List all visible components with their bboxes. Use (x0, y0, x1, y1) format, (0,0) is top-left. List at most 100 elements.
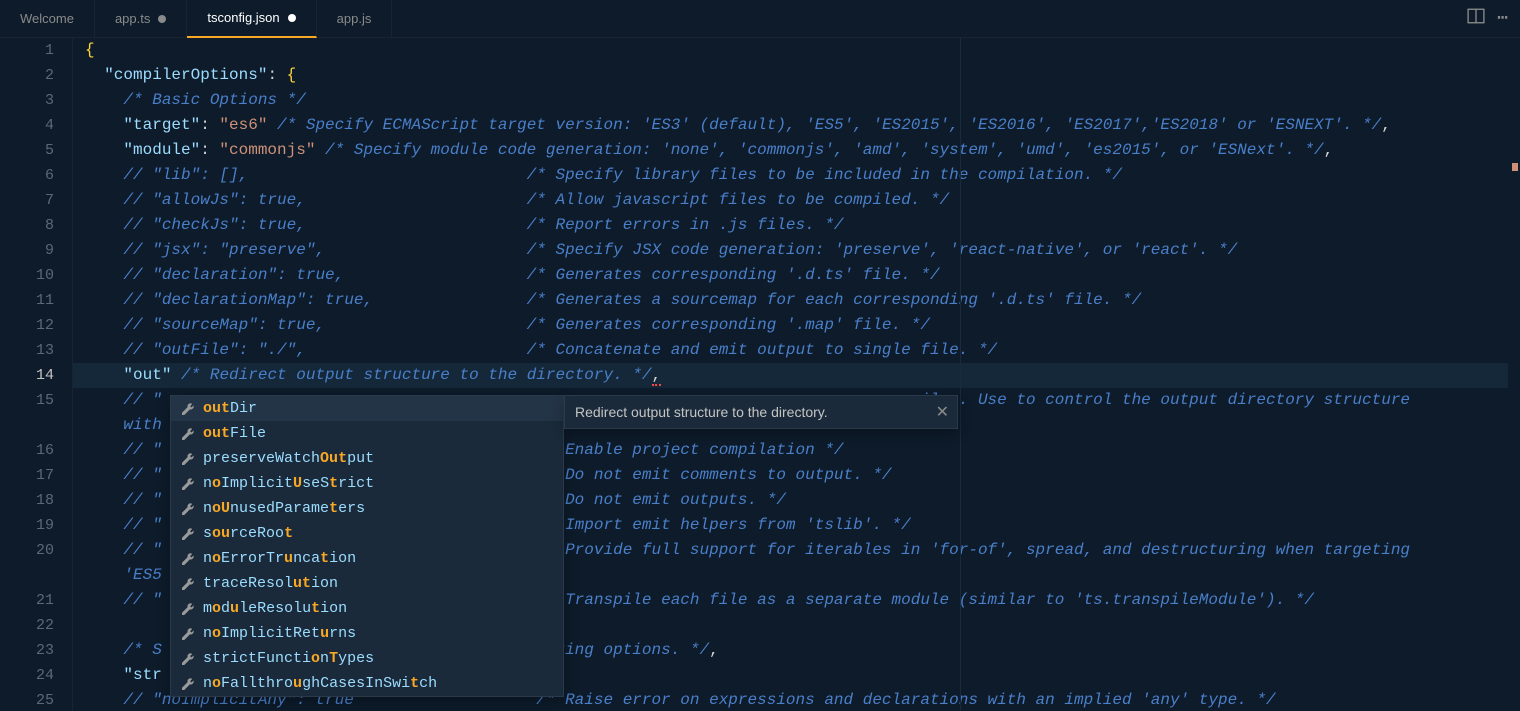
tab-actions (1467, 7, 1520, 30)
line-number: 21 (0, 588, 54, 613)
tab-label: tsconfig.json (207, 10, 279, 25)
suggest-item[interactable]: noErrorTruncation (171, 546, 563, 571)
suggest-item-label: noImplicitReturns (203, 621, 356, 646)
modified-dot-icon (288, 14, 296, 22)
line-number: 15 (0, 388, 54, 413)
suggest-item-label: strictFunctionTypes (203, 646, 374, 671)
code-line[interactable]: "out" /* Redirect output structure to th… (72, 363, 1520, 388)
more-actions-icon[interactable] (1497, 7, 1508, 30)
line-number: 17 (0, 463, 54, 488)
code-line[interactable]: // "sourceMap": true, /* Generates corre… (72, 313, 1520, 338)
line-number: 22 (0, 613, 54, 638)
tab-app-ts[interactable]: app.ts (95, 0, 187, 38)
suggest-item-label: sourceRoot (203, 521, 293, 546)
suggest-item-label: traceResolution (203, 571, 338, 596)
code-line[interactable]: /* Basic Options */ (72, 88, 1520, 113)
token-brace: { (287, 66, 297, 84)
code-line[interactable]: // "outFile": "./", /* Concatenate and e… (72, 338, 1520, 363)
line-number (0, 563, 54, 588)
editor-ruler (960, 38, 961, 711)
line-number: 4 (0, 113, 54, 138)
line-number (0, 413, 54, 438)
line-number: 1 (0, 38, 54, 63)
intellisense-detail-text: Redirect output structure to the directo… (575, 404, 828, 420)
line-number: 13 (0, 338, 54, 363)
modified-dot-icon (158, 15, 166, 23)
line-number: 25 (0, 688, 54, 711)
token-prop: "out" (123, 366, 171, 384)
suggest-item-label: moduleResolution (203, 596, 347, 621)
intellisense-detail-panel: Redirect output structure to the directo… (564, 395, 958, 429)
suggest-item[interactable]: noImplicitUseStrict (171, 471, 563, 496)
token-punct (171, 366, 181, 384)
token-comment: // "lib": [], /* Specify library files t… (123, 166, 1122, 184)
suggest-item[interactable]: moduleResolution (171, 596, 563, 621)
line-number: 20 (0, 538, 54, 563)
token-error: , (652, 366, 662, 386)
suggest-item[interactable]: outFile (171, 421, 563, 446)
editor-body: 1234567891011121314151617181920212223242… (0, 38, 1520, 711)
token-comment: // "jsx": "preserve", /* Specify JSX cod… (123, 241, 1237, 259)
suggest-item[interactable]: noUnusedParameters (171, 496, 563, 521)
line-number: 8 (0, 213, 54, 238)
line-number: 2 (0, 63, 54, 88)
code-line[interactable]: { (72, 38, 1520, 63)
token-punct: : (267, 66, 286, 84)
suggest-item[interactable]: strictFunctionTypes (171, 646, 563, 671)
token-comment: // "outFile": "./", /* Concatenate and e… (123, 341, 997, 359)
line-number: 11 (0, 288, 54, 313)
split-editor-icon[interactable] (1467, 7, 1485, 30)
line-number: 14 (0, 363, 54, 388)
token-comment: /* Specify module code generation: 'none… (325, 141, 1324, 159)
code-line[interactable]: "module": "commonjs" /* Specify module c… (72, 138, 1520, 163)
line-number: 6 (0, 163, 54, 188)
suggest-item[interactable]: outDir (171, 396, 563, 421)
line-number: 10 (0, 263, 54, 288)
token-punct: : (200, 141, 219, 159)
tab-tsconfig-json[interactable]: tsconfig.json (187, 0, 316, 38)
editor-container: Welcomeapp.tstsconfig.jsonapp.js 1234567… (0, 0, 1520, 711)
code-line[interactable]: // "lib": [], /* Specify library files t… (72, 163, 1520, 188)
token-punct (267, 116, 277, 134)
tab-app-js[interactable]: app.js (317, 0, 393, 38)
suggest-item-label: noErrorTruncation (203, 546, 356, 571)
code-line[interactable]: // "declarationMap": true, /* Generates … (72, 288, 1520, 313)
token-punct: , (709, 641, 719, 659)
tab-Welcome[interactable]: Welcome (0, 0, 95, 38)
suggest-item-label: outFile (203, 421, 266, 446)
line-number: 24 (0, 663, 54, 688)
code-line[interactable]: // "checkJs": true, /* Report errors in … (72, 213, 1520, 238)
code-line[interactable]: "compilerOptions": { (72, 63, 1520, 88)
suggest-item[interactable]: traceResolution (171, 571, 563, 596)
token-comment: // "checkJs": true, /* Report errors in … (123, 216, 843, 234)
token-comment: /* Basic Options */ (123, 91, 305, 109)
token-string: "es6" (219, 116, 267, 134)
token-comment: // "allowJs": true, /* Allow javascript … (123, 191, 949, 209)
intellisense-suggest-widget[interactable]: outDiroutFilepreserveWatchOutputnoImplic… (170, 395, 564, 697)
code-line[interactable]: "target": "es6" /* Specify ECMAScript ta… (72, 113, 1520, 138)
token-prop: "target" (123, 116, 200, 134)
suggest-item[interactable]: noImplicitReturns (171, 621, 563, 646)
code-line[interactable]: // "allowJs": true, /* Allow javascript … (72, 188, 1520, 213)
token-comment: 'ES5 (123, 566, 161, 584)
suggest-item[interactable]: noFallthroughCasesInSwitch (171, 671, 563, 696)
line-number: 7 (0, 188, 54, 213)
token-punct: : (200, 116, 219, 134)
line-number: 5 (0, 138, 54, 163)
token-string: "commonjs" (219, 141, 315, 159)
close-icon[interactable]: ✕ (936, 402, 949, 422)
token-punct (315, 141, 325, 159)
token-prop: "str (123, 666, 161, 684)
code-line[interactable]: // "jsx": "preserve", /* Specify JSX cod… (72, 238, 1520, 263)
line-number: 3 (0, 88, 54, 113)
code-line[interactable]: // "declaration": true, /* Generates cor… (72, 263, 1520, 288)
suggest-item[interactable]: preserveWatchOutput (171, 446, 563, 471)
token-comment: // "declarationMap": true, /* Generates … (123, 291, 1141, 309)
token-comment: /* Specify ECMAScript target version: 'E… (277, 116, 1381, 134)
suggest-item[interactable]: sourceRoot (171, 521, 563, 546)
line-number: 23 (0, 638, 54, 663)
line-number: 12 (0, 313, 54, 338)
minimap[interactable] (1508, 38, 1520, 711)
tab-label: Welcome (20, 11, 74, 26)
line-number: 16 (0, 438, 54, 463)
